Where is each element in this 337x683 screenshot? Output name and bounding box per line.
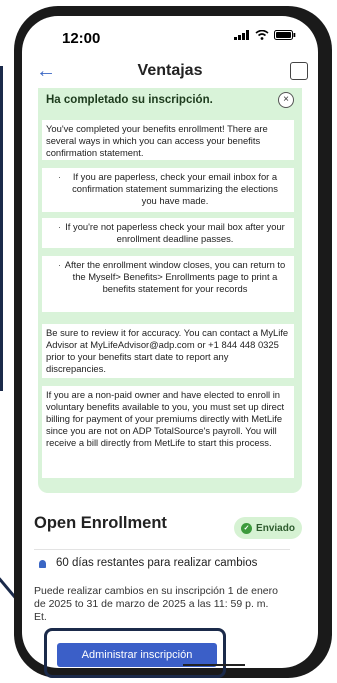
alert-title: Ha completado su inscripción. — [46, 94, 213, 106]
enrollment-title: Open Enrollment — [34, 514, 167, 532]
bullet-text: If you are paperless, check your email i… — [72, 171, 278, 206]
signal-icon — [234, 30, 249, 40]
battery-icon — [274, 30, 296, 40]
days-remaining-text: 60 días restantes para realizar cambios — [56, 557, 258, 569]
enrollment-complete-alert: Ha completado su inscripción. × You've c… — [38, 88, 302, 493]
status-bar: 12:00 — [22, 16, 318, 58]
share-icon[interactable] — [290, 62, 308, 80]
bell-icon — [39, 560, 46, 568]
alert-bullet-window: · After the enrollment window closes, yo… — [42, 256, 294, 312]
divider — [34, 549, 290, 550]
alert-review: Be sure to review it for accuracy. You c… — [42, 324, 294, 378]
check-circle-icon: ✓ — [241, 522, 253, 534]
enrollment-window-info: Puede realizar cambios en su inscripción… — [34, 585, 278, 623]
close-icon[interactable]: × — [278, 92, 294, 108]
home-indicator — [183, 664, 245, 666]
wifi-icon — [255, 30, 269, 40]
alert-nonpaid: If you are a non-paid owner and have ele… — [42, 386, 294, 478]
page-title: Ventajas — [137, 62, 203, 79]
bullet-icon: · — [58, 172, 61, 182]
bullet-icon: · — [58, 222, 61, 232]
status-badge-label: Enviado — [256, 522, 295, 534]
status-time: 12:00 — [62, 30, 101, 47]
nav-bar: ← Ventajas — [22, 58, 318, 88]
status-badge: ✓ Enviado — [234, 517, 302, 539]
days-remaining-row: 60 días restantes para realizar cambios — [34, 557, 294, 573]
bullet-text: If you're not paperless check your mail … — [65, 221, 285, 244]
alert-intro: You've completed your benefits enrollmen… — [42, 120, 294, 160]
highlight-frame — [44, 628, 226, 678]
alert-bullet-paperless: · If you are paperless, check your email… — [42, 168, 294, 212]
bullet-text: After the enrollment window closes, you … — [64, 259, 286, 294]
alert-bullet-mailbox: · If you're not paperless check your mai… — [42, 218, 294, 248]
decor-line-vertical — [0, 66, 3, 391]
bullet-icon: · — [58, 260, 61, 270]
status-icons — [234, 30, 296, 40]
